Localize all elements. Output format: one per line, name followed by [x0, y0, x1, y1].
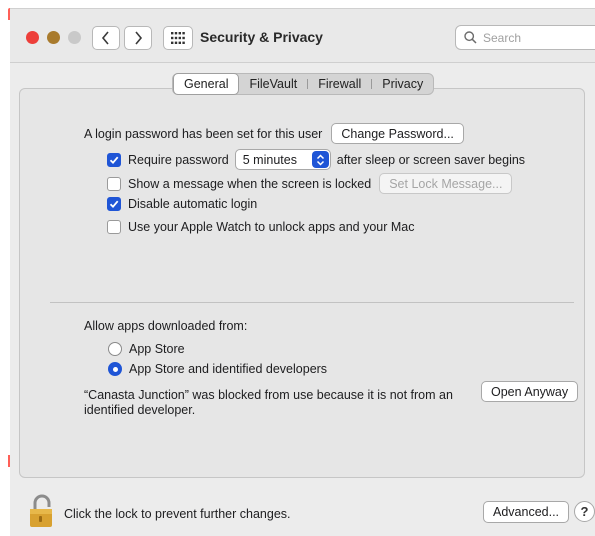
search-icon — [464, 31, 477, 44]
show-message-row: Show a message when the screen is locked… — [107, 173, 513, 194]
apple-watch-row: Use your Apple Watch to unlock apps and … — [107, 220, 415, 234]
downloads-heading: Allow apps downloaded from: — [84, 319, 248, 333]
lock-icon — [30, 494, 52, 527]
tab-filevault[interactable]: FileVault — [239, 74, 307, 94]
show-message-checkbox[interactable] — [107, 176, 121, 191]
show-message-label: Show a message when the screen is locked — [128, 176, 372, 191]
minimize-button[interactable] — [47, 31, 60, 44]
zoom-button — [68, 31, 81, 44]
tab-general[interactable]: General — [173, 73, 240, 95]
show-all-button[interactable] — [163, 26, 193, 50]
downloads-heading-row: Allow apps downloaded from: — [84, 319, 247, 333]
lock-button[interactable] — [28, 494, 56, 531]
chevron-right-icon — [135, 31, 143, 45]
section-divider — [50, 302, 574, 303]
lock-text: Click the lock to prevent further change… — [64, 507, 291, 521]
grid-icon — [171, 32, 185, 44]
radio-app-store-row: App Store — [108, 342, 185, 356]
window-title: Security & Privacy — [200, 29, 323, 45]
require-password-label: Require password — [128, 152, 229, 167]
help-button[interactable]: ? — [574, 501, 595, 522]
tab-firewall[interactable]: Firewall — [308, 74, 371, 94]
tab-bar: General FileVault Firewall Privacy — [172, 73, 435, 95]
require-password-row: Require password 5 minutes after sleep o… — [107, 149, 525, 170]
require-password-delay-select[interactable]: 5 minutes — [234, 149, 331, 170]
forward-button[interactable] — [124, 26, 152, 50]
app-store-label: App Store — [129, 342, 185, 356]
close-button[interactable] — [26, 31, 39, 44]
stepper-arrows-icon — [311, 151, 329, 168]
checkmark-icon — [109, 200, 119, 209]
advanced-button[interactable]: Advanced... — [483, 501, 570, 523]
radio-identified-row: App Store and identified developers — [108, 362, 327, 376]
search-field[interactable]: Search — [455, 25, 595, 50]
change-password-button[interactable]: Change Password... — [331, 123, 464, 144]
blocked-app-message: “Canasta Junction” was blocked from use … — [84, 388, 453, 417]
apple-watch-checkbox[interactable] — [107, 220, 121, 234]
checkmark-icon — [109, 156, 119, 164]
apple-watch-label: Use your Apple Watch to unlock apps and … — [128, 220, 415, 234]
require-password-checkbox[interactable] — [107, 152, 121, 167]
tab-privacy[interactable]: Privacy — [372, 74, 433, 94]
identified-developers-radio[interactable] — [108, 362, 122, 376]
login-password-text: A login password has been set for this u… — [84, 126, 323, 141]
titlebar: Security & Privacy Search — [10, 9, 595, 63]
disable-auto-login-label: Disable automatic login — [128, 197, 258, 211]
lock-text-row: Click the lock to prevent further change… — [64, 507, 291, 521]
chevron-left-icon — [101, 31, 109, 45]
app-store-radio[interactable] — [108, 342, 122, 356]
search-placeholder: Search — [483, 30, 522, 45]
identified-developers-label: App Store and identified developers — [129, 362, 328, 376]
login-password-row: A login password has been set for this u… — [84, 123, 464, 144]
back-button[interactable] — [92, 26, 120, 50]
settings-panel — [19, 88, 585, 478]
select-value: 5 minutes — [242, 152, 297, 167]
disable-auto-login-checkbox[interactable] — [107, 197, 121, 211]
set-lock-message-button[interactable]: Set Lock Message... — [379, 173, 513, 194]
require-password-suffix: after sleep or screen saver begins — [336, 152, 526, 167]
disable-auto-login-row: Disable automatic login — [107, 197, 257, 211]
open-anyway-button[interactable]: Open Anyway — [481, 381, 579, 402]
